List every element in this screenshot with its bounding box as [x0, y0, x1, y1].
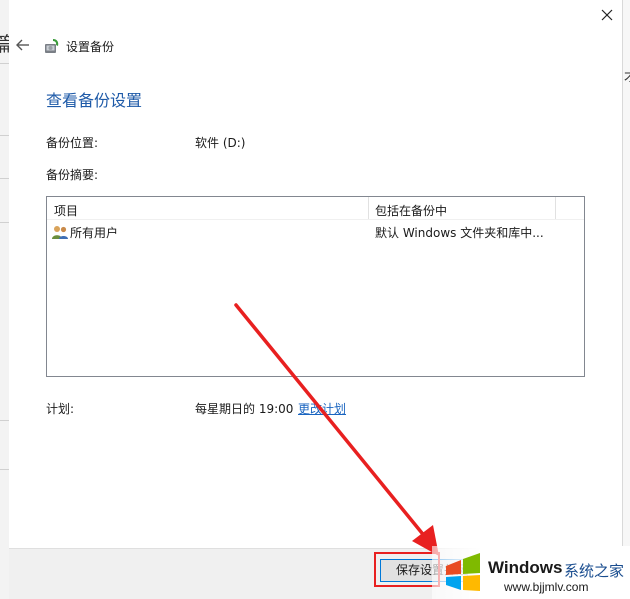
list-item[interactable]: 所有用户 默认 Windows 文件夹和库中... [47, 221, 584, 243]
background-divider [0, 178, 9, 179]
background-window-right [622, 0, 630, 599]
backup-location-value: 软件 (D:) [195, 136, 246, 150]
watermark-brand: Windows [488, 558, 563, 577]
backup-summary-list[interactable]: 项目 包括在备份中 所有用户 默认 Windows 文件夹和库中... [46, 196, 585, 377]
watermark: Windows 系统之家 www.bjjmlv.com [432, 546, 630, 599]
column-separator[interactable] [368, 197, 369, 219]
screen: 篇 才 设置备份 查看备份设置 备份位置: 软件 (D [0, 0, 630, 599]
watermark-brand-cn: 系统之家 [564, 562, 625, 580]
windows-logo-icon [446, 553, 480, 591]
watermark-url: www.bjjmlv.com [504, 580, 589, 594]
background-divider [0, 135, 9, 136]
backup-icon [45, 39, 59, 53]
column-header-included[interactable]: 包括在备份中 [375, 202, 447, 219]
back-button[interactable] [13, 35, 33, 55]
users-icon [52, 226, 68, 239]
schedule-value: 每星期日的 19:00 [195, 402, 294, 416]
column-separator[interactable] [555, 197, 556, 219]
schedule-label: 计划: [46, 402, 75, 416]
close-icon [601, 9, 613, 21]
page-heading: 查看备份设置 [46, 91, 143, 110]
column-header-item[interactable]: 项目 [54, 202, 78, 219]
backup-location-label: 备份位置: [46, 136, 99, 150]
list-header: 项目 包括在备份中 [47, 197, 584, 220]
backup-settings-dialog: 设置备份 查看备份设置 备份位置: 软件 (D:) 备份摘要: 项目 包括在备份… [9, 0, 622, 599]
list-item-included: 默认 Windows 文件夹和库中... [375, 226, 544, 240]
window-title: 设置备份 [66, 40, 115, 54]
arrow-left-icon [16, 39, 29, 51]
background-divider [0, 469, 9, 470]
close-button[interactable] [596, 4, 618, 26]
background-divider [0, 222, 9, 223]
background-divider [0, 420, 9, 421]
list-item-name: 所有用户 [70, 226, 119, 240]
background-divider [0, 63, 9, 64]
background-window-right-text: 才 [624, 66, 630, 85]
backup-summary-label: 备份摘要: [46, 168, 99, 182]
change-schedule-link[interactable]: 更改计划 [298, 400, 346, 417]
